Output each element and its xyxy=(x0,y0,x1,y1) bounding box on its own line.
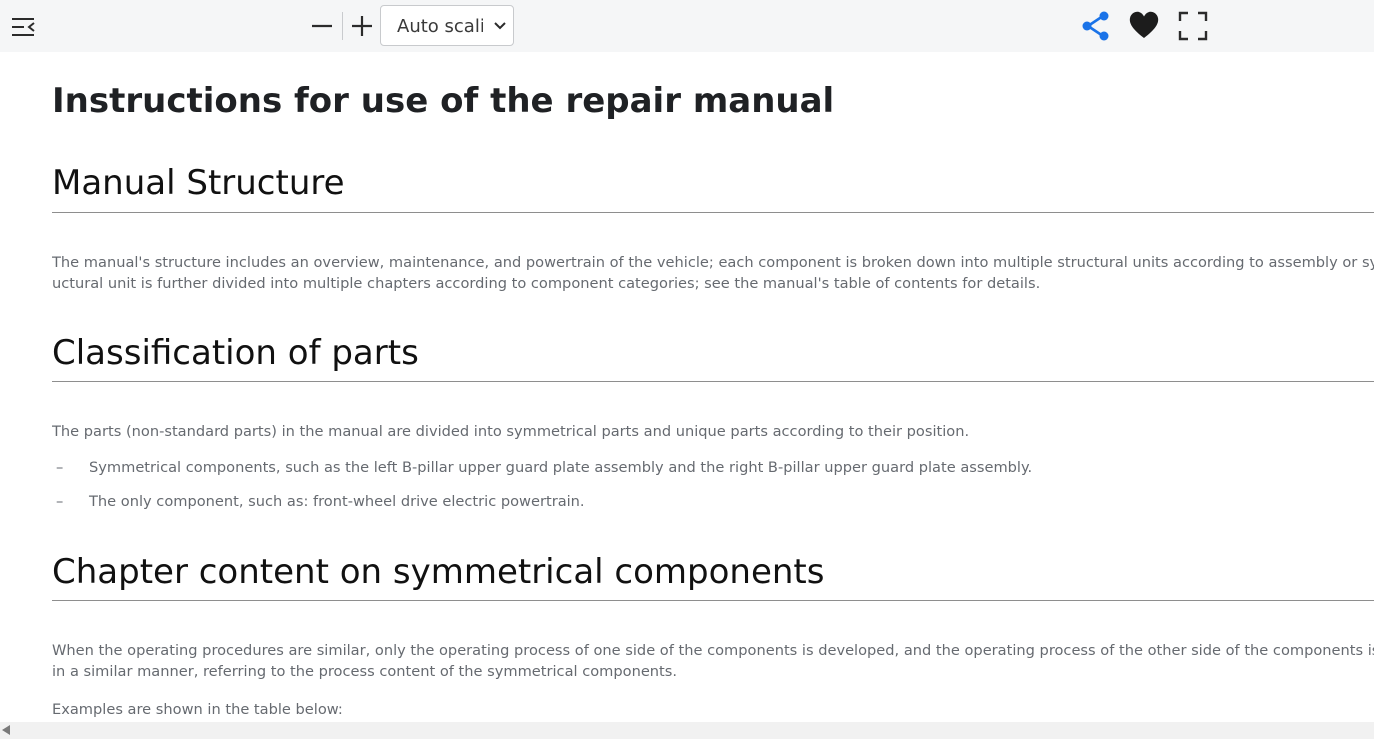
sidebar-toggle-icon xyxy=(12,18,35,36)
toolbar-divider xyxy=(342,12,343,40)
section-divider xyxy=(52,381,1374,382)
share-icon xyxy=(1082,11,1109,41)
section-heading-classification: Classification of parts xyxy=(52,333,419,373)
pdf-toolbar: Auto scaling xyxy=(0,0,1374,52)
list-item-text: Symmetrical components, such as the left… xyxy=(89,459,1033,476)
horizontal-scrollbar[interactable] xyxy=(0,722,1374,739)
favorite-button[interactable] xyxy=(1128,9,1160,41)
zoom-in-button[interactable] xyxy=(348,12,376,40)
document-title: Instructions for use of the repair manua… xyxy=(52,81,835,121)
section-divider xyxy=(52,212,1374,213)
scroll-left-arrow-icon[interactable] xyxy=(2,725,10,735)
paragraph: The manual's structure includes an overv… xyxy=(52,254,1374,271)
section-heading-manual-structure: Manual Structure xyxy=(52,163,345,203)
document-content: Instructions for use of the repair manua… xyxy=(52,52,1374,722)
paragraph: Examples are shown in the table below: xyxy=(52,701,343,718)
chevron-down-icon xyxy=(494,22,506,30)
heart-icon xyxy=(1129,11,1159,38)
fullscreen-icon xyxy=(1178,11,1208,41)
fullscreen-button[interactable] xyxy=(1177,10,1209,42)
sidebar-toggle-button[interactable] xyxy=(8,14,38,40)
minus-icon xyxy=(312,24,332,28)
zoom-scale-value: Auto scaling xyxy=(397,16,483,37)
list-item-text: The only component, such as: front-wheel… xyxy=(89,493,585,510)
plus-icon xyxy=(352,16,372,36)
paragraph: uctural unit is further divided into mul… xyxy=(52,275,1041,292)
paragraph: The parts (non-standard parts) in the ma… xyxy=(52,423,970,440)
list-dash: – xyxy=(56,493,64,510)
zoom-out-button[interactable] xyxy=(308,12,336,40)
paragraph: in a similar manner, referring to the pr… xyxy=(52,663,678,680)
zoom-scale-select[interactable]: Auto scaling xyxy=(380,5,514,46)
share-button[interactable] xyxy=(1080,10,1112,42)
list-dash: – xyxy=(56,459,64,476)
paragraph: When the operating procedures are simila… xyxy=(52,642,1374,659)
section-divider xyxy=(52,600,1374,601)
section-heading-symmetrical: Chapter content on symmetrical component… xyxy=(52,552,825,592)
